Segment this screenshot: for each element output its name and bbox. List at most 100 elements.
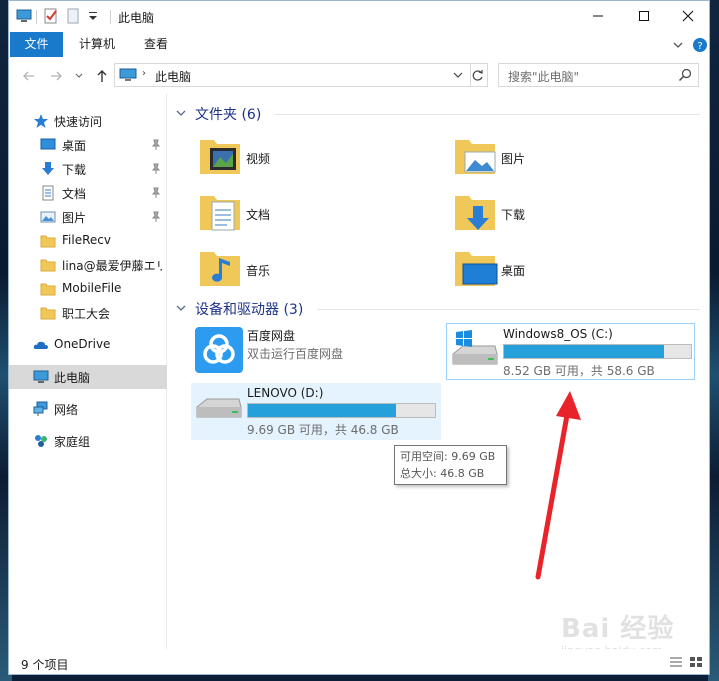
desktop-icon bbox=[40, 137, 56, 153]
title-bar: 此电脑 bbox=[9, 1, 709, 32]
sidebar-item-network[interactable]: 网络 bbox=[9, 397, 167, 421]
folder-videos[interactable]: 视频 bbox=[196, 132, 396, 180]
folder-documents[interactable]: 文档 bbox=[196, 188, 396, 236]
folder-icon bbox=[40, 305, 56, 321]
forward-button[interactable] bbox=[47, 67, 65, 85]
sidebar-item-label: FileRecv bbox=[62, 233, 111, 247]
tab-view[interactable]: 查看 bbox=[133, 32, 179, 57]
sidebar-item-label: lina@最爱伊藤エリ bbox=[62, 259, 162, 273]
folder-label: 图片 bbox=[501, 152, 526, 166]
breadcrumb[interactable]: 此电脑 bbox=[155, 68, 191, 85]
pin-icon[interactable] bbox=[151, 211, 161, 223]
folder-pictures[interactable]: 图片 bbox=[451, 132, 651, 180]
group-title: 设备和驱动器 (3) bbox=[195, 302, 304, 318]
pin-icon[interactable] bbox=[151, 139, 161, 151]
star-icon bbox=[33, 113, 49, 129]
search-icon[interactable] bbox=[678, 68, 692, 85]
sidebar-item-homegroup[interactable]: 家庭组 bbox=[9, 429, 167, 453]
video-folder-icon bbox=[196, 132, 244, 180]
sidebar-item-mobilefile[interactable]: MobileFile bbox=[9, 277, 167, 301]
customize-toolbar-icon[interactable] bbox=[85, 8, 101, 24]
drive-usage-fill bbox=[504, 345, 664, 358]
sidebar-item-quick-access[interactable]: 快速访问 bbox=[9, 109, 167, 133]
sidebar-item-pictures[interactable]: 图片 bbox=[9, 205, 167, 229]
document-folder-icon bbox=[196, 188, 244, 236]
search-input[interactable]: 搜索"此电脑" bbox=[498, 63, 699, 87]
large-icons-view-icon[interactable] bbox=[689, 656, 703, 668]
sidebar-item-label: 家庭组 bbox=[54, 435, 91, 449]
chevron-down-icon[interactable] bbox=[452, 68, 464, 82]
help-icon[interactable]: ? bbox=[692, 37, 708, 53]
title-separator bbox=[110, 10, 111, 24]
folder-desktop[interactable]: 桌面 bbox=[451, 244, 651, 292]
recent-locations-button[interactable] bbox=[73, 67, 85, 85]
details-view-icon[interactable] bbox=[669, 656, 683, 668]
computer-icon bbox=[33, 369, 49, 385]
address-bar[interactable]: › 此电脑 bbox=[114, 63, 471, 87]
up-button[interactable] bbox=[93, 67, 111, 85]
sidebar-item-label: 网络 bbox=[54, 403, 79, 417]
drive-size-text: 9.69 GB 可用，共 46.8 GB bbox=[247, 423, 399, 437]
item-count: 9 个项目 bbox=[21, 658, 69, 672]
baidu-netdisk-icon bbox=[195, 327, 245, 373]
new-folder-icon[interactable] bbox=[65, 8, 81, 24]
sidebar-item-label: OneDrive bbox=[54, 337, 111, 351]
drive-c[interactable]: Windows8_OS (C:) 8.52 GB 可用，共 58.6 GB bbox=[446, 323, 695, 380]
ribbon-tabs: 文件 计算机 查看 ? bbox=[9, 32, 709, 57]
tab-file[interactable]: 文件 bbox=[10, 32, 63, 57]
explorer-window: 此电脑 文件 计算机 查看 ? › 此电脑 搜索"此电脑" 快速访问 桌面 下载… bbox=[8, 0, 710, 675]
sidebar-item-onedrive[interactable]: OneDrive bbox=[9, 333, 167, 357]
sidebar-item-desktop[interactable]: 桌面 bbox=[9, 133, 167, 157]
drive-usage-bar bbox=[503, 344, 692, 359]
this-pc-icon[interactable] bbox=[16, 8, 32, 24]
hard-drive-icon bbox=[194, 393, 244, 437]
document-icon bbox=[40, 185, 56, 201]
refresh-button[interactable] bbox=[467, 63, 488, 87]
pin-icon[interactable] bbox=[151, 187, 161, 199]
maximize-button[interactable] bbox=[621, 1, 667, 31]
item-subtitle: 双击运行百度网盘 bbox=[247, 347, 344, 361]
music-folder-icon bbox=[196, 244, 244, 292]
sidebar-item-downloads[interactable]: 下载 bbox=[9, 157, 167, 181]
drive-tooltip: 可用空间: 9.69 GB 总大小: 46.8 GB bbox=[394, 445, 507, 485]
group-header-folders[interactable]: 文件夹 (6) bbox=[175, 104, 700, 124]
navigation-pane: 快速访问 桌面 下载 文档 图片 FileRecv lina@最爱伊藤エリ Mo… bbox=[9, 94, 167, 649]
folder-music[interactable]: 音乐 bbox=[196, 244, 396, 292]
close-button[interactable] bbox=[665, 1, 709, 31]
group-header-drives[interactable]: 设备和驱动器 (3) bbox=[175, 299, 700, 319]
pin-icon[interactable] bbox=[151, 163, 161, 175]
folder-label: 视频 bbox=[246, 152, 271, 166]
sidebar-item-documents[interactable]: 文档 bbox=[9, 181, 167, 205]
sidebar-item-this-pc[interactable]: 此电脑 bbox=[9, 365, 167, 389]
folder-downloads[interactable]: 下载 bbox=[451, 188, 651, 236]
homegroup-icon bbox=[33, 433, 49, 449]
download-folder-icon bbox=[451, 188, 499, 236]
drive-usage-bar bbox=[247, 403, 436, 418]
folder-label: 文档 bbox=[246, 208, 271, 222]
sidebar-item-lina[interactable]: lina@最爱伊藤エリ bbox=[9, 253, 167, 277]
drive-size-text: 8.52 GB 可用，共 58.6 GB bbox=[503, 364, 655, 378]
properties-icon[interactable] bbox=[43, 8, 59, 24]
group-title: 文件夹 (6) bbox=[195, 107, 262, 123]
content-pane: 文件夹 (6) 视频 图片 文档 下载 音乐 桌面 设备和驱动器 (3) 百度网… bbox=[168, 94, 709, 657]
tooltip-total-size: 总大小: 46.8 GB bbox=[400, 467, 485, 480]
drive-usage-fill bbox=[248, 404, 397, 417]
chevron-down-icon[interactable] bbox=[175, 107, 187, 119]
group-divider bbox=[275, 114, 700, 115]
chevron-down-icon[interactable] bbox=[175, 302, 187, 314]
folder-label: 音乐 bbox=[246, 264, 271, 278]
sidebar-item-label: 文档 bbox=[62, 187, 87, 201]
minimize-button[interactable] bbox=[575, 1, 621, 31]
back-button[interactable] bbox=[20, 67, 38, 85]
breadcrumb-chevron-icon[interactable]: › bbox=[142, 68, 146, 79]
drive-name: LENOVO (D:) bbox=[247, 386, 324, 400]
folder-label: 下载 bbox=[501, 208, 526, 222]
expand-ribbon-icon[interactable] bbox=[670, 37, 686, 53]
tooltip-free-space: 可用空间: 9.69 GB bbox=[400, 450, 496, 463]
baidu-netdisk-item[interactable]: 百度网盘 双击运行百度网盘 bbox=[191, 323, 431, 373]
status-bar: 9 个项目 bbox=[9, 649, 709, 674]
drive-d[interactable]: LENOVO (D:) 9.69 GB 可用，共 46.8 GB bbox=[191, 383, 441, 440]
sidebar-item-staff-meeting[interactable]: 职工大会 bbox=[9, 301, 167, 325]
sidebar-item-filerecv[interactable]: FileRecv bbox=[9, 229, 167, 253]
tab-computer[interactable]: 计算机 bbox=[69, 32, 125, 57]
